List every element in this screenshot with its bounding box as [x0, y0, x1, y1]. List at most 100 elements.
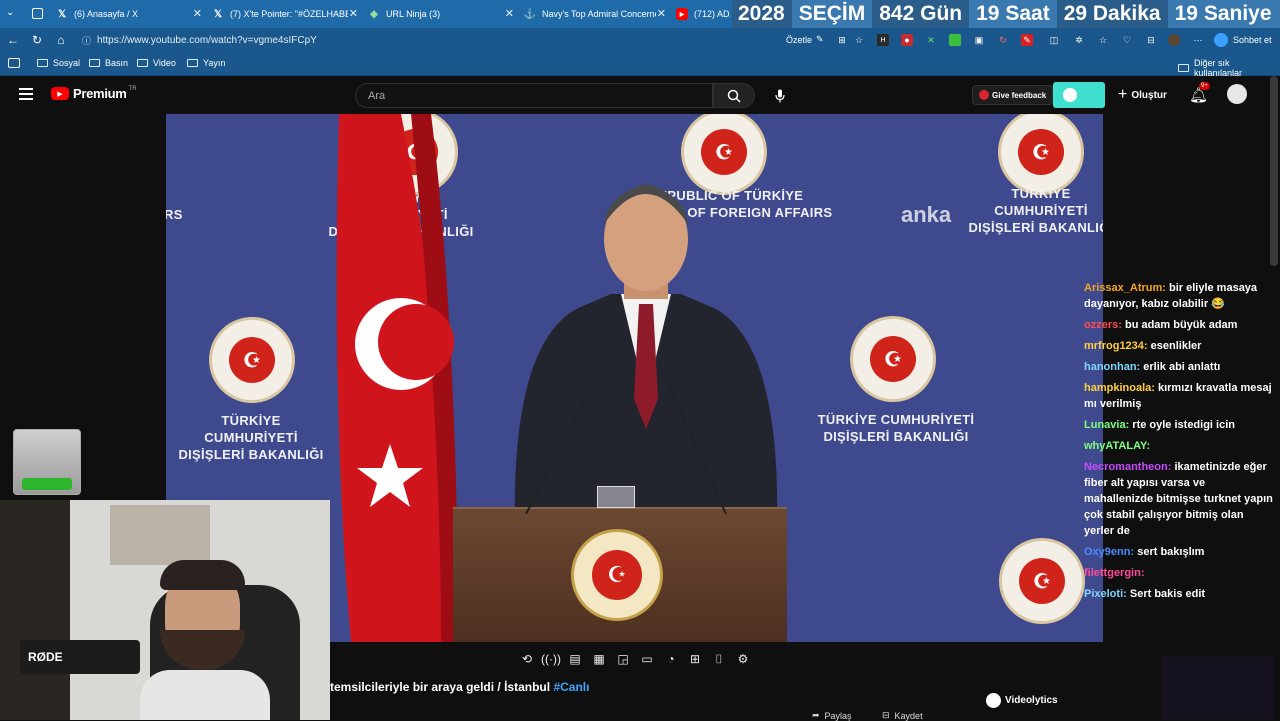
- extension-green-icon[interactable]: [949, 34, 961, 46]
- chat-text: esenlikler: [1150, 340, 1202, 352]
- hamburger-menu-icon[interactable]: [19, 88, 33, 100]
- favorite-star-icon[interactable]: ☆: [853, 34, 865, 46]
- chat-text: rte oyle istedigi icin: [1132, 419, 1235, 431]
- add-frame-icon[interactable]: ⊞: [687, 651, 703, 667]
- chat-username: whyATALAY:: [1084, 440, 1151, 452]
- settings-gear-icon[interactable]: ⚙: [735, 651, 751, 667]
- folder-icon: [1178, 64, 1189, 72]
- chat-username: hanonhan:: [1084, 361, 1141, 373]
- calendar-icon[interactable]: ▦: [591, 651, 607, 667]
- bookmark-folder-basin[interactable]: Basın: [89, 58, 128, 68]
- chat-username: filettgergin:: [1084, 567, 1145, 579]
- chat-text: erlik abi anlattı: [1143, 361, 1221, 373]
- info-icon[interactable]: ⓘ: [82, 34, 91, 47]
- navy-icon: ⚓: [524, 8, 537, 20]
- account-avatar[interactable]: [1227, 84, 1247, 104]
- countdown-year: 2028: [732, 0, 792, 28]
- video-title: temsilcileriyle bir araya geldi / İstanb…: [330, 680, 590, 694]
- webcam-frames: [110, 505, 210, 565]
- browser-address-bar: ← ↻ ⌂ ⓘ https://www.youtube.com/watch?v=…: [0, 28, 1280, 52]
- toggle-knob: [1063, 88, 1077, 102]
- share-button[interactable]: ➦ Paylaş: [812, 710, 852, 721]
- close-icon[interactable]: ✕: [505, 7, 514, 20]
- bookmark-folder-yayin[interactable]: Yayın: [187, 58, 225, 68]
- chat-message: hampkinoala: kırmızı kravatla mesaj mı v…: [1078, 380, 1274, 412]
- bookmark-folder-sosyal[interactable]: Sosyal: [37, 58, 80, 68]
- ministry-seal-icon: ☪: [999, 538, 1085, 624]
- toggle-widget[interactable]: [1053, 82, 1105, 108]
- loop-icon[interactable]: ⟲: [519, 651, 535, 667]
- tab-anasayfa-x[interactable]: 𝕏 (6) Anasayfa / X ✕: [56, 4, 202, 24]
- chat-message: ozzers: bu adam büyük adam: [1078, 317, 1274, 333]
- give-feedback-button[interactable]: Give feedback: [972, 85, 1054, 105]
- extension-refresh-icon[interactable]: ↻: [997, 34, 1009, 46]
- cinema-icon[interactable]: ▭: [639, 651, 655, 667]
- extension-hi-icon[interactable]: H: [877, 34, 889, 46]
- water-glass: [597, 486, 635, 508]
- close-icon[interactable]: ✕: [657, 7, 666, 20]
- extension-red-icon[interactable]: ●: [901, 34, 913, 46]
- podium-seal: ☪: [571, 529, 663, 621]
- close-icon[interactable]: ✕: [349, 7, 358, 20]
- back-icon[interactable]: ←: [6, 33, 20, 47]
- folder-icon: [137, 59, 148, 67]
- videolytics-button[interactable]: Videolytics: [986, 693, 1058, 708]
- plus-icon: +: [1118, 86, 1128, 103]
- tab-pointer-x[interactable]: 𝕏 (7) X'te Pointer: "#ÖZELHABER Dı ✕: [212, 4, 358, 24]
- microphone-icon: [774, 89, 785, 102]
- purple-overlay-badge: [1162, 656, 1274, 720]
- youtube-play-icon: ▶: [51, 87, 69, 100]
- collections-icon[interactable]: ⊟: [1145, 34, 1157, 46]
- webcam-microphone: RØDE: [20, 640, 140, 674]
- tab-actions-menu[interactable]: ⌄: [6, 7, 20, 21]
- notifications-button[interactable]: 🔔︎ 9+: [1189, 82, 1210, 106]
- wall-text-partial: RS: [166, 207, 183, 222]
- hashtag-link[interactable]: #Canlı: [553, 680, 589, 694]
- bookmark-folder-video[interactable]: Video: [137, 58, 176, 68]
- search-button[interactable]: [713, 83, 755, 108]
- chat-text: Sert bakis edit: [1129, 588, 1206, 600]
- wall-text-right: TÜRKİYE CUMHURİYETİ DIŞİŞLERİ BAKANLIĞI: [817, 412, 975, 444]
- other-bookmarks[interactable]: Diğer sık kullanılanlar: [1178, 58, 1280, 78]
- extensions-icon[interactable]: ✲: [1073, 34, 1085, 46]
- home-icon[interactable]: ⌂: [54, 33, 68, 47]
- profile-avatar[interactable]: [1168, 34, 1180, 46]
- chat-message: Lunavia: rte oyle istedigi icin: [1078, 417, 1274, 433]
- copilot-button[interactable]: Sohbet et: [1214, 32, 1272, 48]
- search-input[interactable]: Ara: [355, 83, 713, 108]
- more-menu-icon[interactable]: ⋯: [1192, 34, 1204, 46]
- refresh-icon[interactable]: ↻: [30, 33, 44, 47]
- tab-url-ninja[interactable]: ◈ URL Ninja (3) ✕: [368, 4, 514, 24]
- workspaces-icon[interactable]: [32, 8, 43, 19]
- camera-icon[interactable]: ⌷: [711, 651, 727, 667]
- tab-navy-admiral[interactable]: ⚓ Navy's Top Admiral Concerned Ab ✕: [524, 4, 666, 24]
- tab-youtube[interactable]: ▶ (712) ADA: [676, 4, 732, 24]
- extension-cross-icon[interactable]: ✕: [925, 34, 937, 46]
- youtube-premium-logo[interactable]: ▶ Premium TR: [51, 86, 137, 101]
- share-icon: ➦: [812, 710, 820, 720]
- close-icon[interactable]: ✕: [193, 7, 202, 20]
- save-button[interactable]: ⊟ Kaydet: [882, 710, 923, 721]
- page-scrollbar[interactable]: [1270, 76, 1278, 266]
- split-screen-icon[interactable]: ◫: [1048, 34, 1060, 46]
- extension-window-icon[interactable]: ▣: [973, 34, 985, 46]
- extension-pen-icon[interactable]: ✎: [1021, 34, 1033, 46]
- reader-icon[interactable]: ⊞: [836, 34, 848, 46]
- chat-username: mrfrog1234:: [1084, 340, 1148, 352]
- browser-essentials-icon[interactable]: ♡: [1121, 34, 1133, 46]
- countdown-minutes: 29 Dakika: [1056, 0, 1168, 28]
- countdown-seconds: 19 Saniye: [1167, 0, 1280, 28]
- speed-icon[interactable]: ◔: [663, 651, 679, 667]
- save-icon: ⊟: [882, 710, 890, 720]
- folder-icon: [187, 59, 198, 67]
- sidebar-toggle-icon[interactable]: [8, 58, 20, 68]
- pip-icon[interactable]: ◲: [615, 651, 631, 667]
- favorites-icon[interactable]: ☆: [1097, 34, 1109, 46]
- create-button[interactable]: + Oluştur: [1118, 86, 1167, 104]
- audio-broadcast-icon[interactable]: ((·)): [541, 651, 561, 667]
- summarize-button[interactable]: Özetle ✎: [786, 34, 824, 45]
- screenshot-icon[interactable]: ▤: [567, 651, 583, 667]
- voice-search-button[interactable]: [767, 83, 792, 108]
- chat-message: whyATALAY:: [1078, 438, 1274, 454]
- chat-message: mrfrog1234: esenlikler: [1078, 338, 1274, 354]
